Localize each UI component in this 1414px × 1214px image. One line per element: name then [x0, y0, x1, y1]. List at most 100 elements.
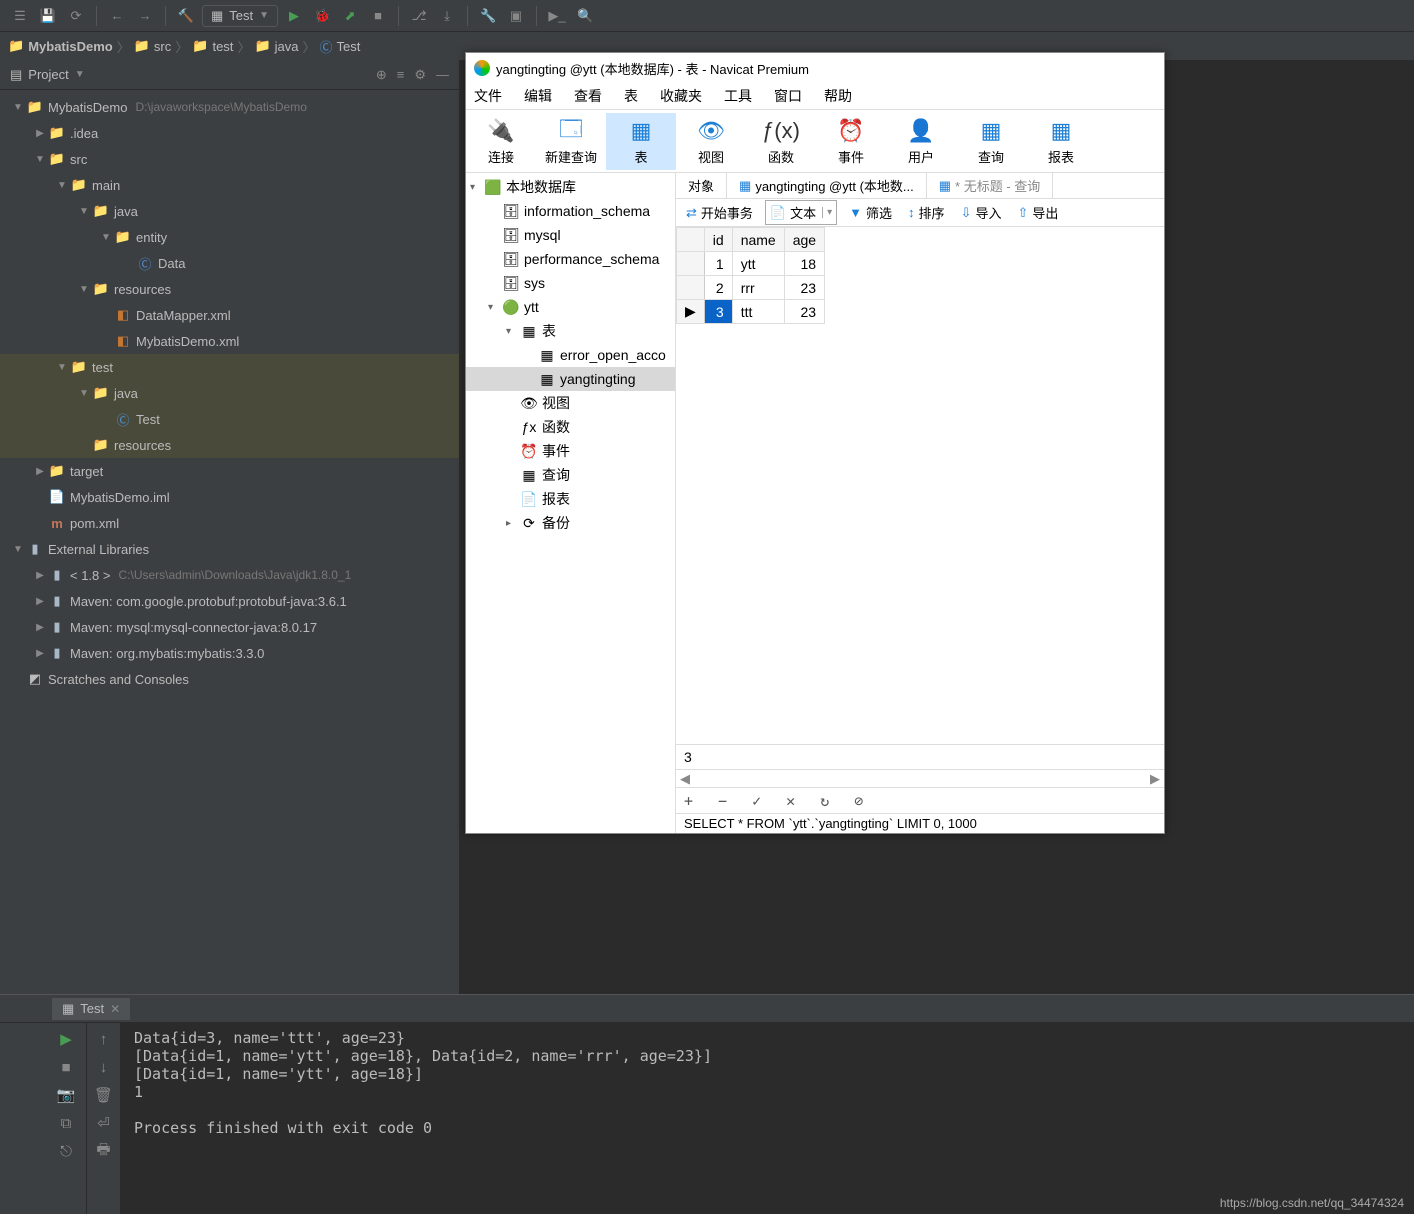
run-config-selector[interactable]: ▦ Test ▼ [202, 5, 278, 27]
hide-icon[interactable]: — [436, 67, 449, 82]
grid-status[interactable]: + − ✓ ✕ ↻ ⊘ [676, 787, 1164, 813]
db-tree-node[interactable]: ▸⟳备份 [466, 511, 675, 535]
grid-hscroll[interactable]: ◀▶ [676, 769, 1164, 787]
wrap-icon[interactable]: ⏎ [92, 1111, 116, 1135]
tree-node[interactable]: ▼📁java [0, 198, 459, 224]
collapse-icon[interactable]: ≡ [397, 67, 405, 82]
grid-ops[interactable]: + − ✓ ✕ ↻ ⊘ [684, 792, 871, 810]
menu-item[interactable]: 帮助 [824, 86, 852, 106]
data-grid[interactable]: idnameage1ytt182rrr23▶3ttt23 [676, 227, 1164, 744]
open-icon[interactable]: ☰ [8, 4, 32, 28]
db-tree-node[interactable]: 👁视图 [466, 391, 675, 415]
trash-icon[interactable]: 🗑 [92, 1083, 116, 1107]
table-row[interactable]: 2rrr23 [677, 276, 825, 300]
db-tree-node[interactable]: ƒx函数 [466, 415, 675, 439]
nav-tool[interactable]: ▦查询 [956, 113, 1026, 170]
navicat-left-panel[interactable]: ▾🟩本地数据库🗄information_schema🗄mysql🗄perform… [466, 173, 676, 833]
data-tab[interactable]: ▦* 无标题 - 查询 [927, 173, 1054, 198]
menu-item[interactable]: 查看 [574, 86, 602, 106]
crumb-2[interactable]: 📁test [192, 38, 233, 54]
tree-node[interactable]: ▶📁target [0, 458, 459, 484]
db-tree-node[interactable]: 🗄mysql [466, 223, 675, 247]
refresh-icon[interactable]: ⟳ [64, 4, 88, 28]
chevron-down-icon[interactable]: ▼ [75, 69, 85, 80]
crumb-0[interactable]: 📁MybatisDemo [8, 38, 113, 54]
table-row[interactable]: 1ytt18 [677, 252, 825, 276]
nav-tool[interactable]: 🔌连接 [466, 113, 536, 170]
project-tree[interactable]: ▼📁MybatisDemoD:\javaworkspace\MybatisDem… [0, 90, 459, 994]
tree-node[interactable]: ▼📁MybatisDemoD:\javaworkspace\MybatisDem… [0, 94, 459, 120]
save-icon[interactable]: 💾 [36, 4, 60, 28]
db-tree-node[interactable]: ▾🟩本地数据库 [466, 175, 675, 199]
tree-node[interactable]: ▶▮Maven: com.google.protobuf:protobuf-ja… [0, 588, 459, 614]
print-icon[interactable]: 🖶 [92, 1139, 116, 1163]
db-tree-node[interactable]: ▾🟢ytt [466, 295, 675, 319]
db-tree-node[interactable]: ⏰事件 [466, 439, 675, 463]
forward-icon[interactable]: → [133, 4, 157, 28]
layout-icon[interactable]: ⧉ [54, 1111, 78, 1135]
tree-node[interactable]: ⒸTest [0, 406, 459, 432]
menu-item[interactable]: 表 [624, 86, 638, 106]
nav-tool[interactable]: ⏰事件 [816, 113, 886, 170]
tree-node[interactable]: ▼📁src [0, 146, 459, 172]
tree-node[interactable]: ⒸData [0, 250, 459, 276]
grid-action[interactable]: ⇧导出 [1013, 201, 1062, 224]
run-icon[interactable]: ▶ [282, 4, 306, 28]
nav-tool[interactable]: 👁视图 [676, 113, 746, 170]
tree-node[interactable]: 📁resources [0, 432, 459, 458]
search-icon[interactable]: 🔍 [573, 4, 597, 28]
tree-node[interactable]: ▼▮External Libraries [0, 536, 459, 562]
wrench-icon[interactable]: 🔧 [476, 4, 500, 28]
menu-item[interactable]: 文件 [474, 86, 502, 106]
close-icon[interactable]: ✕ [110, 1002, 120, 1016]
debug-icon[interactable]: 🐞 [310, 4, 334, 28]
menu-item[interactable]: 窗口 [774, 86, 802, 106]
grid-action[interactable]: 📄文本▾ [765, 200, 837, 225]
navicat-tabs[interactable]: 对象▦yangtingting @ytt (本地数...▦* 无标题 - 查询 [676, 173, 1164, 199]
tree-node[interactable]: ▼📁test [0, 354, 459, 380]
structure-icon[interactable]: ▣ [504, 4, 528, 28]
exit-icon[interactable]: ⎋ [54, 1139, 78, 1163]
tree-node[interactable]: ◧MybatisDemo.xml [0, 328, 459, 354]
tree-node[interactable]: ▼📁main [0, 172, 459, 198]
tree-node[interactable]: ◩Scratches and Consoles [0, 666, 459, 692]
tree-node[interactable]: ▶▮< 1.8 >C:\Users\admin\Downloads\Java\j… [0, 562, 459, 588]
navicat-toolbar[interactable]: 🔌连接🗔新建查询▦表👁视图ƒ(x)函数⏰事件👤用户▦查询▦报表 [466, 109, 1164, 173]
tree-node[interactable]: ▶▮Maven: org.mybatis:mybatis:3.3.0 [0, 640, 459, 666]
tree-node[interactable]: 📄MybatisDemo.iml [0, 484, 459, 510]
crumb-1[interactable]: 📁src [134, 38, 172, 54]
data-tab[interactable]: ▦yangtingting @ytt (本地数... [727, 173, 927, 198]
up-icon[interactable]: ↑ [92, 1027, 116, 1051]
tree-node[interactable]: ▶▮Maven: mysql:mysql-connector-java:8.0.… [0, 614, 459, 640]
db-tree-node[interactable]: 🗄sys [466, 271, 675, 295]
nav-tool[interactable]: ▦报表 [1026, 113, 1096, 170]
crumb-3[interactable]: 📁java [254, 38, 298, 54]
grid-action[interactable]: ↕排序 [904, 201, 949, 224]
locate-icon[interactable]: ⊕ [376, 67, 387, 83]
down-icon[interactable]: ↓ [92, 1055, 116, 1079]
grid-action[interactable]: ▼筛选 [845, 201, 896, 224]
tree-node[interactable]: ▼📁java [0, 380, 459, 406]
update-icon[interactable]: ⤓ [435, 4, 459, 28]
nav-tool[interactable]: 👤用户 [886, 113, 956, 170]
navicat-menubar[interactable]: 文件编辑查看表收藏夹工具窗口帮助 [466, 83, 1164, 109]
crumb-4[interactable]: ⒸTest [320, 37, 361, 56]
db-tree-node[interactable]: 📄报表 [466, 487, 675, 511]
data-tab[interactable]: 对象 [676, 173, 727, 198]
console-output[interactable]: Data{id=3, name='ttt', age=23} [Data{id=… [120, 1023, 1414, 1214]
db-tree-node[interactable]: 🗄information_schema [466, 199, 675, 223]
db-tree-node[interactable]: ▦查询 [466, 463, 675, 487]
nav-tool[interactable]: ▦表 [606, 113, 676, 170]
back-icon[interactable]: ← [105, 4, 129, 28]
db-tree-node[interactable]: ▦error_open_acco [466, 343, 675, 367]
grid-action[interactable]: ⇩导入 [957, 201, 1006, 224]
nav-tool[interactable]: 🗔新建查询 [536, 113, 606, 170]
db-tree-node[interactable]: ▦yangtingting [466, 367, 675, 391]
terminal-icon[interactable]: ▶_ [545, 4, 569, 28]
tree-node[interactable]: ▼📁resources [0, 276, 459, 302]
table-row[interactable]: ▶3ttt23 [677, 300, 825, 324]
gear-icon[interactable]: ⚙ [414, 67, 426, 83]
stop-icon[interactable]: ■ [366, 4, 390, 28]
grid-action[interactable]: ⇄开始事务 [682, 201, 757, 224]
db-tree-node[interactable]: 🗄performance_schema [466, 247, 675, 271]
